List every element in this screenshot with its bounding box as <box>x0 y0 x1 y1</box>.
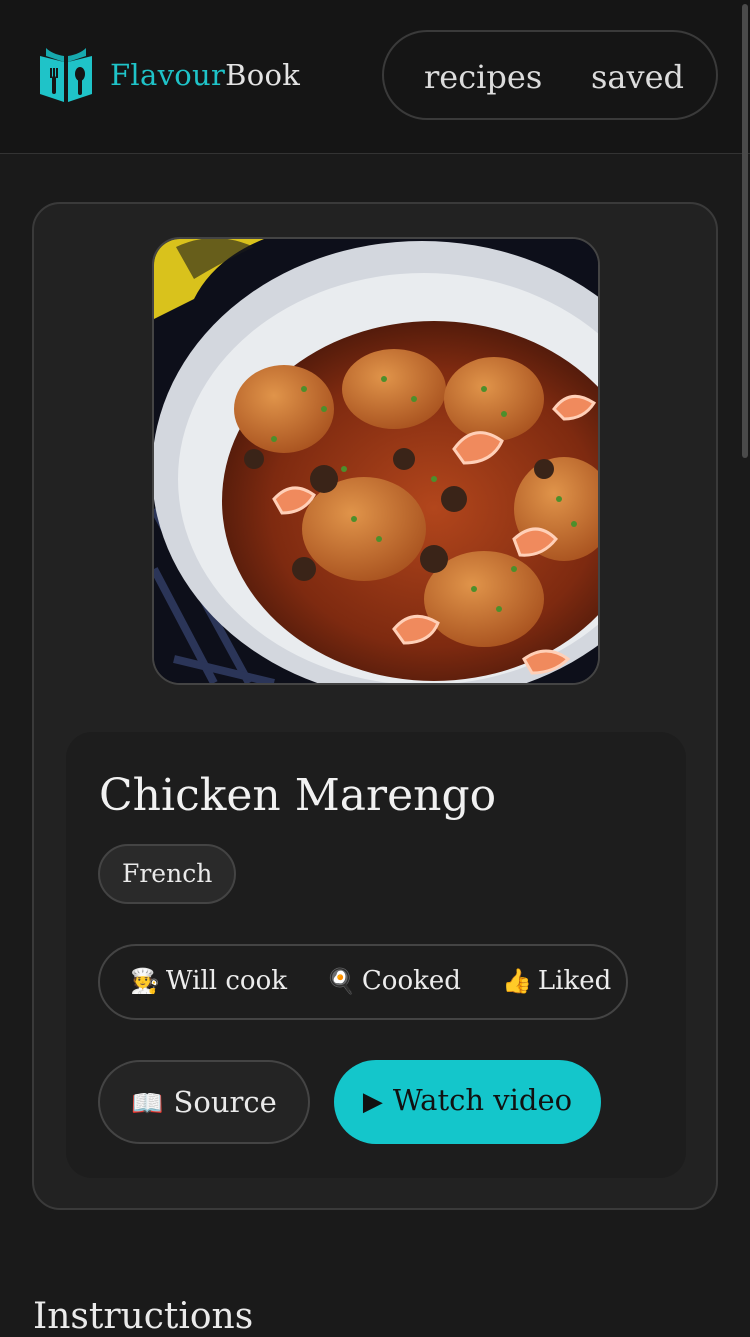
recipe-details: Chicken Marengo French 🧑‍🍳 Will cook 🍳 Coo… <box>66 732 686 1178</box>
recipe-title: Chicken Marengo <box>99 770 497 821</box>
top-nav: recipes saved <box>382 30 718 120</box>
liked-label: Liked <box>537 966 612 996</box>
cooked-toggle[interactable]: 🍳 Cooked <box>326 966 461 996</box>
recipe-photo <box>152 237 600 685</box>
cuisine-tag[interactable]: French <box>98 844 237 904</box>
status-toggle-group: 🧑‍🍳 Will cook 🍳 Cooked 👍 Liked <box>98 944 628 1020</box>
watch-video-label: Watch video <box>392 1083 573 1117</box>
instructions-heading: Instructions <box>33 1296 254 1337</box>
frying-pan-emoji-icon: 🍳 <box>326 967 356 995</box>
recipe-photo-image <box>154 239 598 683</box>
brand-name-part2: Book <box>225 58 301 92</box>
chef-emoji-icon: 🧑‍🍳 <box>130 967 160 995</box>
recipe-card: Chicken Marengo French 🧑‍🍳 Will cook 🍳 Coo… <box>32 202 718 1210</box>
nav-saved-link[interactable]: saved <box>591 58 684 96</box>
app-header: FlavourBook recipes saved <box>0 0 750 154</box>
nav-recipes-link[interactable]: recipes <box>424 58 542 96</box>
play-icon: ▶ <box>362 1087 383 1117</box>
source-button[interactable]: 📖 Source <box>98 1060 310 1144</box>
will-cook-label: Will cook <box>165 966 287 996</box>
will-cook-toggle[interactable]: 🧑‍🍳 Will cook <box>130 966 287 996</box>
book-emoji-icon: 📖 <box>131 1089 164 1119</box>
recipe-book-logo-icon[interactable] <box>38 46 94 106</box>
watch-video-button[interactable]: ▶ Watch video <box>334 1060 601 1144</box>
liked-toggle[interactable]: 👍 Liked <box>502 966 611 996</box>
brand-name[interactable]: FlavourBook <box>110 58 300 92</box>
thumbs-up-emoji-icon: 👍 <box>502 967 532 995</box>
page-scrollbar[interactable] <box>742 4 748 458</box>
brand-name-part1: Flavour <box>110 58 226 92</box>
source-label: Source <box>173 1085 277 1119</box>
cooked-label: Cooked <box>361 966 461 996</box>
